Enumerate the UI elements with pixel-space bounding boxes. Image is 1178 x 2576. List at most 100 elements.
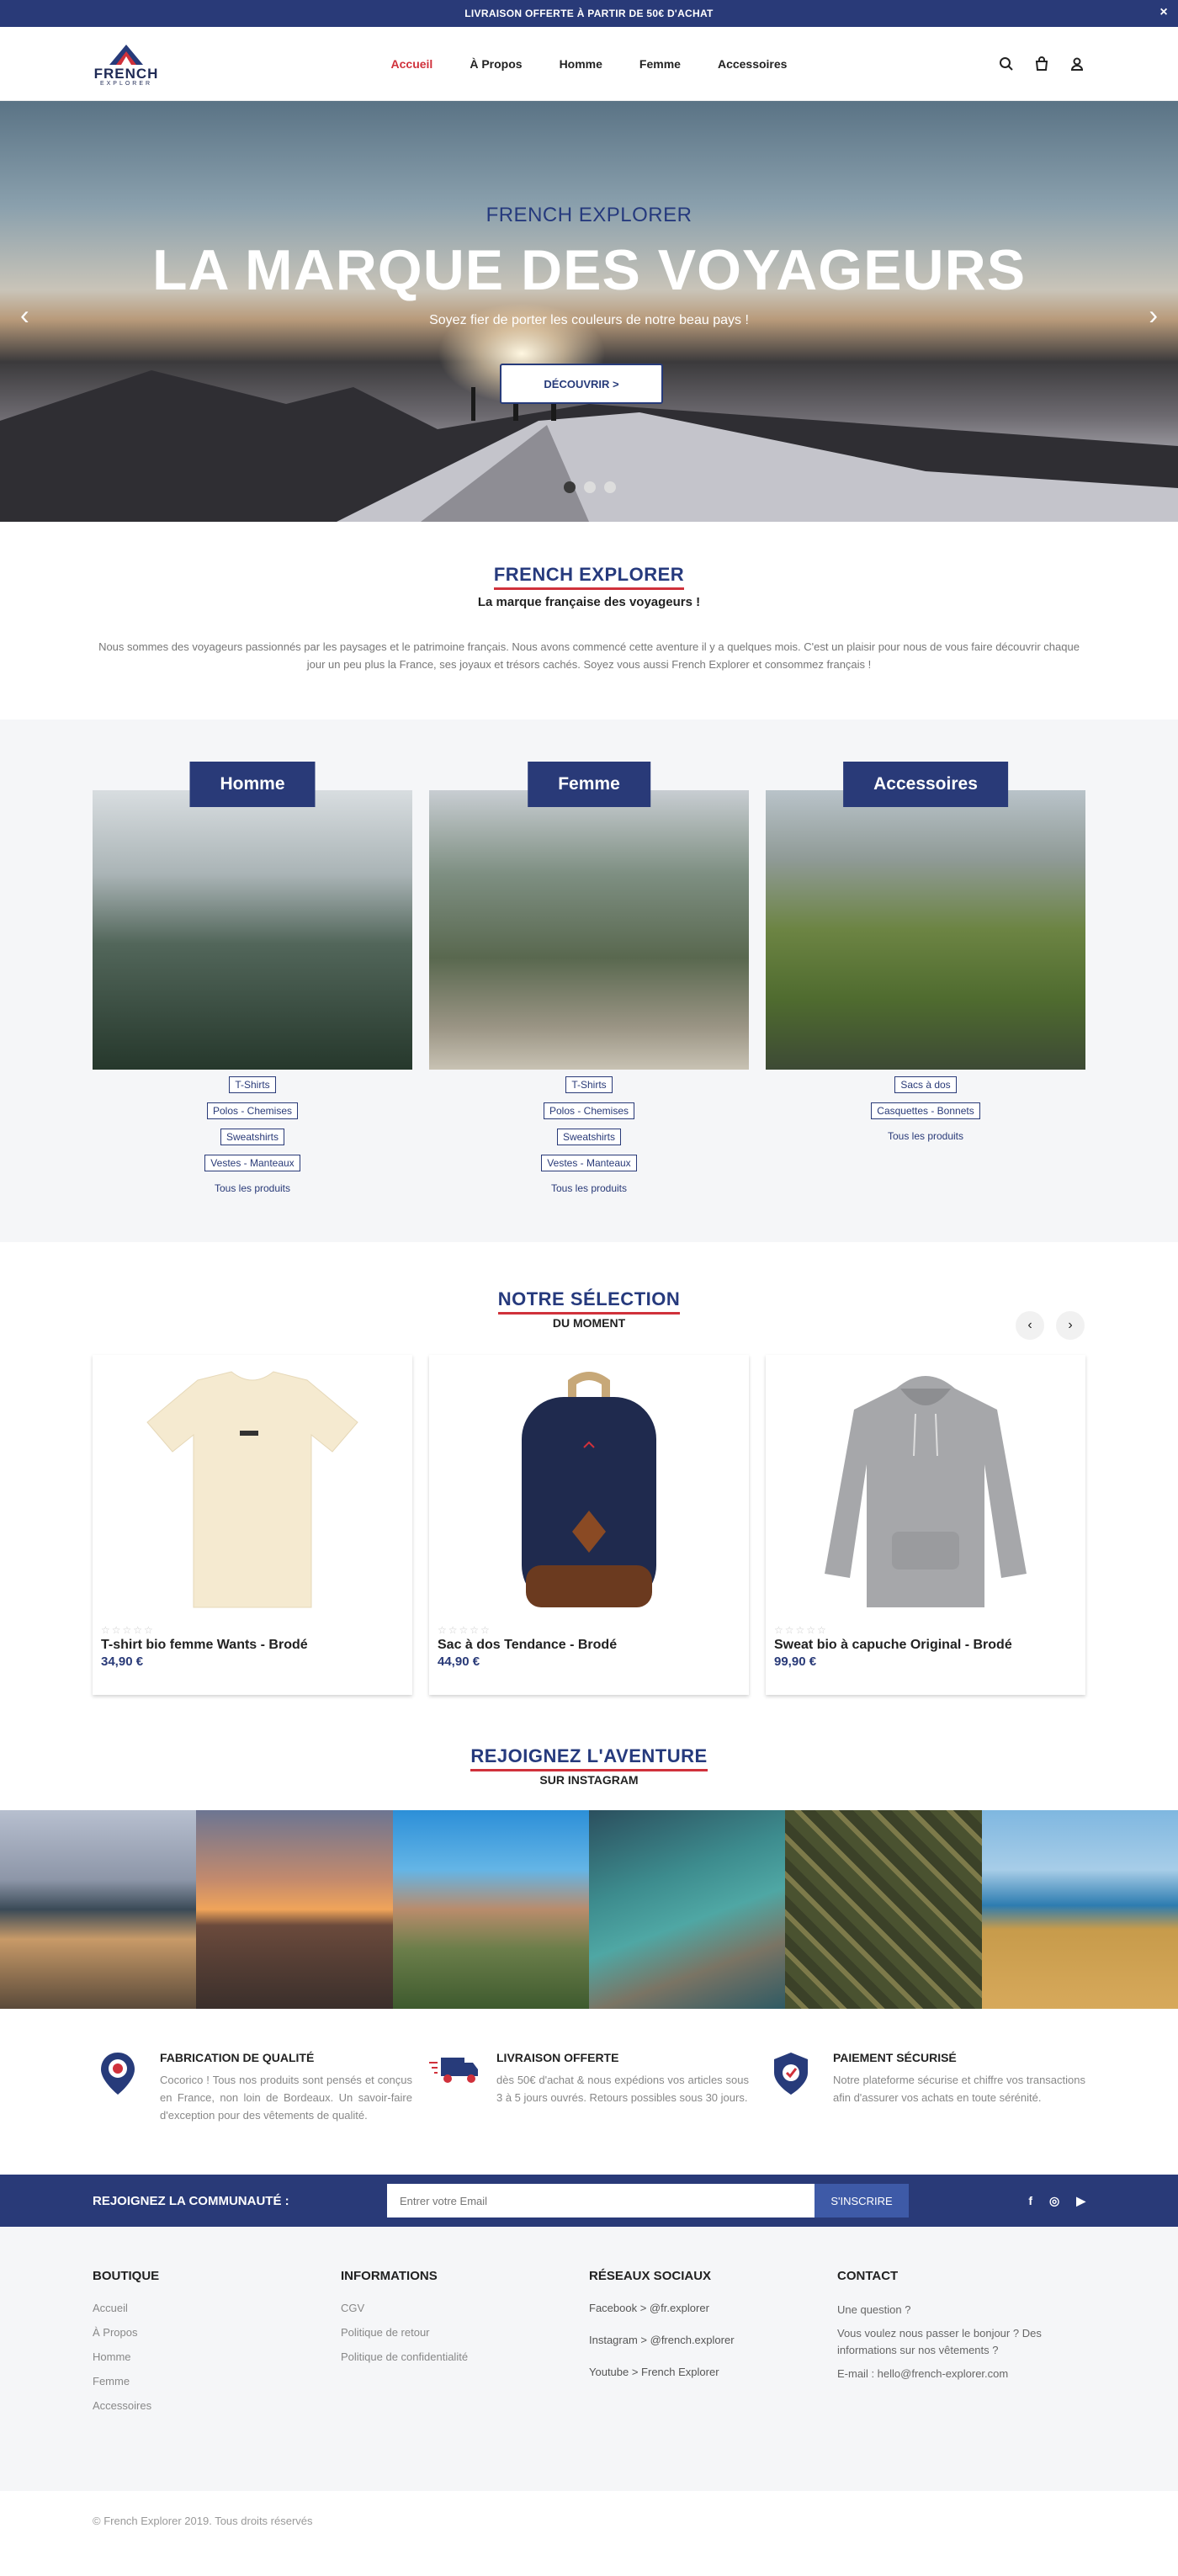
instagram-icon[interactable]: ◎	[1049, 2194, 1059, 2208]
carousel-prev-button[interactable]: ‹	[1016, 1311, 1044, 1340]
category-label[interactable]: Femme	[528, 762, 650, 807]
instagram-photo[interactable]	[0, 1810, 197, 2009]
location-pin-icon	[93, 2051, 143, 2101]
discover-button[interactable]: DÉCOUVRIR >	[500, 364, 663, 404]
all-products-link[interactable]: Tous les produits	[210, 1181, 295, 1196]
category-homme: Homme T-Shirts Polos - Chemises Sweatshi…	[93, 762, 412, 1196]
product-card[interactable]: ☆☆☆☆☆ T-shirt bio femme Wants - Brodé 34…	[93, 1355, 412, 1695]
slider-dot[interactable]	[584, 481, 596, 493]
category-link[interactable]: Polos - Chemises	[206, 1102, 299, 1119]
email-input[interactable]	[387, 2184, 815, 2217]
subscribe-button[interactable]: S'INSCRIRE	[815, 2184, 909, 2217]
carousel-next-button[interactable]: ›	[1056, 1311, 1085, 1340]
nav-a-propos[interactable]: À Propos	[470, 57, 522, 71]
newsletter-label: REJOIGNEZ LA COMMUNAUTÉ :	[93, 2193, 289, 2208]
contact-email[interactable]: E-mail : hello@french-explorer.com	[837, 2366, 1085, 2382]
slider-dot[interactable]	[604, 481, 616, 493]
cart-icon[interactable]	[1033, 56, 1050, 72]
facebook-icon[interactable]: f	[1028, 2194, 1032, 2208]
footer-social: RÉSEAUX SOCIAUX Facebook > @fr.explorer …	[589, 2269, 837, 2424]
instagram-gallery	[0, 1810, 1178, 2009]
category-link[interactable]: T-Shirts	[565, 1076, 613, 1093]
footer-link[interactable]: Politique de retour	[341, 2326, 589, 2339]
secure-shield-icon	[766, 2051, 816, 2101]
instagram-photo[interactable]	[981, 1810, 1178, 2009]
instagram-photo[interactable]	[785, 1810, 982, 2009]
hoodie-product-image[interactable]	[766, 1355, 1085, 1624]
footer-link[interactable]: Facebook > @fr.explorer	[589, 2302, 837, 2314]
category-image[interactable]	[93, 790, 412, 1070]
product-card[interactable]: ☆☆☆☆☆ Sac à dos Tendance - Brodé 44,90 €	[429, 1355, 749, 1695]
footer-boutique: BOUTIQUE Accueil À Propos Homme Femme Ac…	[93, 2269, 341, 2424]
footer-link[interactable]: Accueil	[93, 2302, 341, 2314]
category-link[interactable]: Casquettes - Bonnets	[871, 1102, 980, 1119]
footer-heading: BOUTIQUE	[93, 2269, 160, 2283]
nav-homme[interactable]: Homme	[560, 57, 602, 71]
promo-bar: LIVRAISON OFFERTE À PARTIR DE 50€ D'ACHA…	[0, 0, 1178, 27]
chevron-left-icon[interactable]: ‹	[20, 300, 29, 331]
footer-link[interactable]: Instagram > @french.explorer	[589, 2334, 837, 2346]
footer-contact: CONTACT Une question ? Vous voulez nous …	[837, 2269, 1085, 2424]
footer-informations: INFORMATIONS CGV Politique de retour Pol…	[341, 2269, 589, 2424]
category-link[interactable]: Vestes - Manteaux	[541, 1155, 637, 1171]
youtube-icon[interactable]: ▶	[1076, 2194, 1085, 2208]
footer-link[interactable]: Youtube > French Explorer	[589, 2366, 837, 2378]
nav-femme[interactable]: Femme	[639, 57, 681, 71]
category-link[interactable]: T-Shirts	[229, 1076, 276, 1093]
hero-title: LA MARQUE DES VOYAGEURS	[151, 238, 1027, 302]
categories-section: Homme T-Shirts Polos - Chemises Sweatshi…	[0, 720, 1178, 1242]
footer-spacer	[0, 2432, 1178, 2491]
contact-question: Une question ?	[837, 2303, 911, 2316]
feature-item: PAIEMENT SÉCURISÉ Notre plateforme sécuri…	[766, 2051, 1085, 2124]
instagram-title: REJOIGNEZ L'AVENTURE	[470, 1745, 708, 1771]
instagram-photo[interactable]	[588, 1810, 786, 2009]
footer-link[interactable]: Politique de confidentialité	[341, 2350, 589, 2363]
category-label[interactable]: Homme	[189, 762, 316, 807]
category-image[interactable]	[429, 790, 749, 1070]
footer-link[interactable]: Accessoires	[93, 2399, 341, 2412]
feature-item: LIVRAISON OFFERTE dès 50€ d'achat & nous …	[429, 2051, 749, 2124]
footer-link[interactable]: Femme	[93, 2375, 341, 2387]
footer-link[interactable]: Homme	[93, 2350, 341, 2363]
nav-accueil[interactable]: Accueil	[391, 57, 433, 71]
close-icon[interactable]: ×	[1159, 5, 1168, 20]
feature-text: Notre plateforme sécurise et chiffre vos…	[833, 2074, 1085, 2104]
category-link[interactable]: Sweatshirts	[220, 1129, 285, 1145]
nav-accessoires[interactable]: Accessoires	[718, 57, 788, 71]
delivery-truck-icon	[429, 2051, 480, 2101]
about-subtitle: La marque française des voyageurs !	[477, 595, 701, 609]
instagram-section: REJOIGNEZ L'AVENTURE SUR INSTAGRAM	[0, 1729, 1178, 2009]
product-name[interactable]: Sweat bio à capuche Original - Brodé	[766, 1636, 1085, 1654]
category-link[interactable]: Vestes - Manteaux	[204, 1155, 300, 1171]
backpack-product-image[interactable]	[429, 1355, 749, 1624]
product-name[interactable]: Sac à dos Tendance - Brodé	[429, 1636, 749, 1654]
slider-dot[interactable]	[564, 481, 576, 493]
category-link[interactable]: Sweatshirts	[556, 1129, 622, 1145]
search-icon[interactable]	[998, 56, 1015, 72]
instagram-photo[interactable]	[196, 1810, 393, 2009]
all-products-link[interactable]: Tous les produits	[546, 1181, 632, 1196]
instagram-subtitle: SUR INSTAGRAM	[539, 1773, 639, 1787]
about-text: Nous sommes des voyageurs passionnés par…	[98, 640, 1080, 671]
category-label[interactable]: Accessoires	[843, 762, 1008, 807]
logo[interactable]: FRENCH EXPLORER	[93, 41, 160, 87]
footer-link[interactable]: À Propos	[93, 2326, 341, 2339]
user-icon[interactable]	[1069, 56, 1085, 72]
feature-title: LIVRAISON OFFERTE	[496, 2051, 619, 2064]
category-link[interactable]: Polos - Chemises	[543, 1102, 635, 1119]
all-products-link[interactable]: Tous les produits	[883, 1129, 968, 1144]
product-card[interactable]: ☆☆☆☆☆ Sweat bio à capuche Original - Bro…	[766, 1355, 1085, 1695]
logo-text: FRENCH	[93, 65, 159, 82]
product-price: 44,90 €	[438, 1654, 480, 1669]
footer-link[interactable]: CGV	[341, 2302, 589, 2314]
feature-title: FABRICATION DE QUALITÉ	[160, 2051, 315, 2064]
mountain-logo-icon	[109, 44, 143, 65]
hero-tagline: Soyez fier de porter les couleurs de not…	[429, 313, 749, 327]
tshirt-product-image[interactable]	[93, 1355, 412, 1624]
category-image[interactable]	[766, 790, 1085, 1070]
chevron-right-icon[interactable]: ›	[1149, 300, 1158, 331]
category-link[interactable]: Sacs à dos	[894, 1076, 957, 1093]
product-name[interactable]: T-shirt bio femme Wants - Brodé	[93, 1636, 412, 1654]
promo-text: LIVRAISON OFFERTE À PARTIR DE 50€ D'ACHA…	[464, 8, 714, 19]
instagram-photo[interactable]	[392, 1810, 589, 2009]
